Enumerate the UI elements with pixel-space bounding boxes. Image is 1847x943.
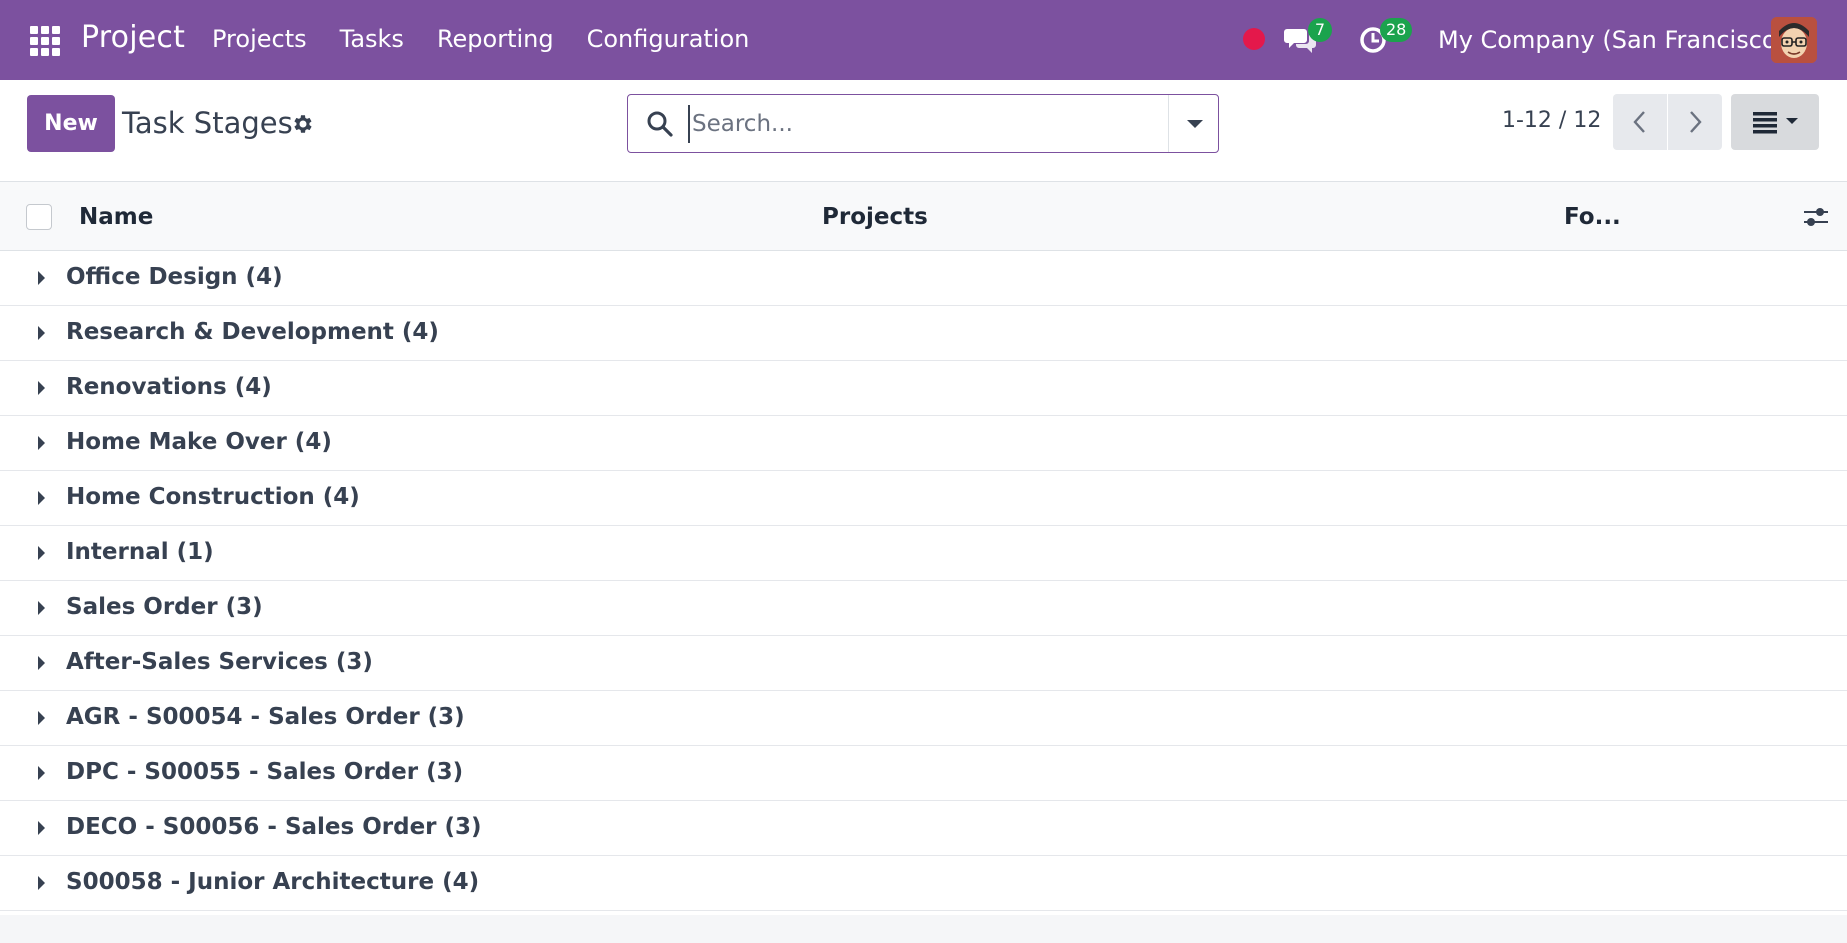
status-dot-icon[interactable] bbox=[1243, 28, 1265, 50]
caret-right-icon bbox=[38, 326, 45, 340]
caret-right-icon bbox=[38, 821, 45, 835]
menu-item-configuration[interactable]: Configuration bbox=[587, 25, 750, 53]
user-avatar[interactable] bbox=[1771, 17, 1817, 63]
caret-right-icon bbox=[38, 271, 45, 285]
group-label: Internal (1) bbox=[66, 539, 214, 565]
caret-right-icon bbox=[38, 601, 45, 615]
sliders-icon[interactable] bbox=[1802, 204, 1830, 230]
caret-right-icon bbox=[38, 546, 45, 560]
group-label: Office Design (4) bbox=[66, 264, 283, 290]
view-switcher-button[interactable] bbox=[1731, 94, 1819, 150]
group-row[interactable]: Home Construction (4) bbox=[0, 471, 1847, 526]
group-row[interactable]: Home Make Over (4) bbox=[0, 416, 1847, 471]
group-row[interactable]: Internal (1) bbox=[0, 526, 1847, 581]
group-row[interactable]: Sales Order (3) bbox=[0, 581, 1847, 636]
task-stages-list: Name Projects Fo... Office Design (4) Re… bbox=[0, 182, 1847, 915]
group-row[interactable]: Research & Development (4) bbox=[0, 306, 1847, 361]
top-navbar: Project Projects Tasks Reporting Configu… bbox=[0, 0, 1847, 80]
group-row[interactable]: Office Design (4) bbox=[0, 251, 1847, 306]
search-options-toggle[interactable] bbox=[1168, 95, 1219, 152]
new-button[interactable]: New bbox=[27, 95, 115, 152]
caret-right-icon bbox=[38, 656, 45, 670]
column-header-projects[interactable]: Projects bbox=[822, 204, 928, 230]
app-brand[interactable]: Project bbox=[81, 20, 185, 55]
control-panel: New Task Stages 1-12 / 12 bbox=[0, 80, 1847, 182]
caret-right-icon bbox=[38, 436, 45, 450]
caret-right-icon bbox=[38, 711, 45, 725]
group-row[interactable]: Renovations (4) bbox=[0, 361, 1847, 416]
group-label: AGR - S00054 - Sales Order (3) bbox=[66, 704, 465, 730]
group-label: Renovations (4) bbox=[66, 374, 272, 400]
search-box bbox=[627, 94, 1219, 153]
group-row[interactable]: DPC - S00055 - Sales Order (3) bbox=[0, 746, 1847, 801]
group-label: DPC - S00055 - Sales Order (3) bbox=[66, 759, 464, 785]
select-all-checkbox[interactable] bbox=[26, 204, 52, 230]
pager-previous-button[interactable] bbox=[1613, 94, 1667, 150]
group-label: Home Construction (4) bbox=[66, 484, 360, 510]
chevron-right-icon bbox=[1690, 111, 1702, 133]
avatar-face-icon bbox=[1771, 17, 1817, 63]
menu-item-tasks[interactable]: Tasks bbox=[340, 25, 404, 53]
search-icon bbox=[647, 111, 673, 137]
group-row[interactable]: AGR - S00054 - Sales Order (3) bbox=[0, 691, 1847, 746]
page-title: Task Stages bbox=[122, 106, 293, 140]
caret-right-icon bbox=[38, 766, 45, 780]
pager-next-button[interactable] bbox=[1668, 94, 1722, 150]
gear-icon[interactable] bbox=[291, 112, 315, 136]
column-header-folded[interactable]: Fo... bbox=[1564, 204, 1621, 230]
search-input[interactable] bbox=[688, 105, 1188, 143]
messages-badge: 7 bbox=[1308, 18, 1332, 42]
column-header-name[interactable]: Name bbox=[79, 204, 153, 230]
caret-right-icon bbox=[38, 491, 45, 505]
caret-right-icon bbox=[38, 876, 45, 890]
group-label: DECO - S00056 - Sales Order (3) bbox=[66, 814, 482, 840]
group-row[interactable]: DECO - S00056 - Sales Order (3) bbox=[0, 801, 1847, 856]
main-menu: Projects Tasks Reporting Configuration bbox=[212, 25, 782, 53]
caret-right-icon bbox=[38, 381, 45, 395]
group-label: Sales Order (3) bbox=[66, 594, 263, 620]
apps-grid-icon[interactable] bbox=[30, 26, 60, 56]
chevron-left-icon bbox=[1633, 111, 1645, 133]
company-switcher[interactable]: My Company (San Francisco) bbox=[1438, 26, 1786, 54]
pager-value[interactable]: 1-12 / 12 bbox=[1502, 108, 1601, 133]
menu-item-reporting[interactable]: Reporting bbox=[437, 25, 554, 53]
group-row[interactable]: After-Sales Services (3) bbox=[0, 636, 1847, 691]
group-label: S00058 - Junior Architecture (4) bbox=[66, 869, 480, 895]
group-label: Home Make Over (4) bbox=[66, 429, 332, 455]
group-label: After-Sales Services (3) bbox=[66, 649, 373, 675]
list-view-icon bbox=[1753, 112, 1798, 134]
group-label: Research & Development (4) bbox=[66, 319, 439, 345]
menu-item-projects[interactable]: Projects bbox=[212, 25, 307, 53]
group-row[interactable]: S00058 - Junior Architecture (4) bbox=[0, 856, 1847, 911]
list-header: Name Projects Fo... bbox=[0, 182, 1847, 251]
activities-badge: 28 bbox=[1380, 18, 1413, 42]
